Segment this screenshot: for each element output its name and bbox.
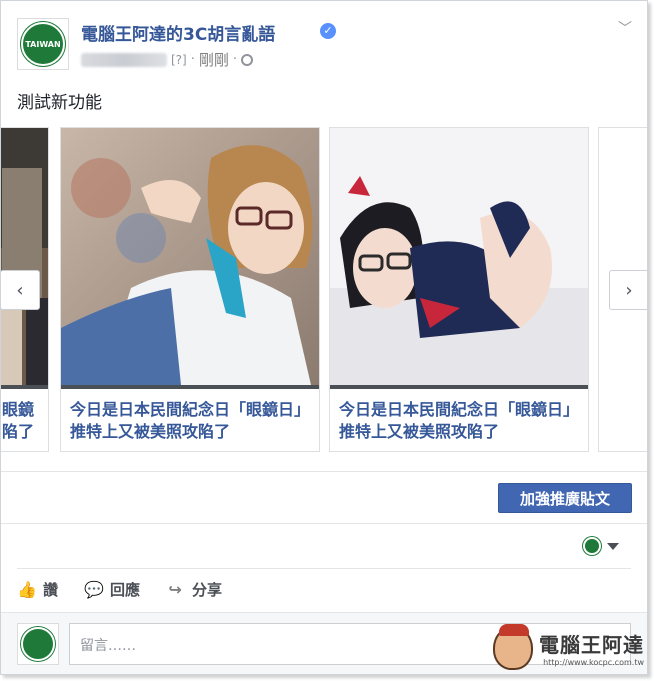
- thumbs-up-icon: 👍: [17, 580, 37, 599]
- watermark-title: 電腦王阿達: [539, 633, 644, 657]
- speech-bubble-icon: 💬: [84, 580, 104, 599]
- mascot-face-icon: [493, 624, 533, 670]
- like-button[interactable]: 👍 讚: [17, 579, 58, 600]
- link-carousel: 眼鏡 陷了 今日是日本民間紀念日「眼鏡日」 推特上又被美照攻陷了 今日是日本民間…: [1, 127, 647, 453]
- caret-down-icon: [607, 542, 619, 550]
- like-label: 讚: [43, 581, 59, 599]
- card-image: [599, 128, 647, 385]
- card-image-bar: [61, 385, 319, 389]
- boost-post-button[interactable]: 加強推廣貼文: [498, 483, 632, 513]
- carousel-card[interactable]: 今日是日本民間紀念日「眼鏡日」 推特上又被美照攻陷了: [60, 127, 320, 452]
- card-image: [330, 128, 588, 385]
- unknown-tag: [?]: [171, 52, 187, 67]
- facebook-post: TAIWAN 電腦王阿達的3C胡言亂語 ✓ ﹀ [?] · 剛剛 · 測試新功能: [0, 0, 648, 675]
- card-image-bar: [1, 385, 48, 389]
- comment-label: 回應: [110, 581, 141, 599]
- card-caption[interactable]: 今日是日本民間紀念日「眼鏡日」 推特上又被美照攻陷了: [70, 399, 318, 443]
- carousel-prev-arrow-icon[interactable]: ‹: [1, 270, 40, 310]
- post-actions: 👍 讚 💬 回應 ↪ 分享: [17, 579, 248, 600]
- card-caption[interactable]: 今日是日本民間紀念日「眼鏡日」 推特上又被美照攻陷了: [339, 399, 587, 443]
- card-image: [1, 128, 48, 385]
- blurred-author-name: [81, 52, 167, 67]
- divider: [1, 523, 647, 524]
- page-logo: TAIWAN: [21, 22, 65, 66]
- post-text: 測試新功能: [17, 93, 102, 113]
- site-watermark: 電腦王阿達 http://www.kocpc.com.tw: [493, 624, 644, 670]
- verified-badge-icon: ✓: [320, 23, 336, 39]
- meta-dot: ·: [190, 52, 195, 67]
- carousel-card[interactable]: 今日是日本民間紀念日「眼鏡日」 推特上又被美照攻陷了: [329, 127, 589, 452]
- page-avatar[interactable]: TAIWAN: [17, 18, 69, 70]
- comment-button[interactable]: 💬 回應: [84, 579, 140, 600]
- card-image: [61, 128, 319, 385]
- share-label: 分享: [192, 581, 223, 599]
- post-meta: [?] · 剛剛 ·: [81, 49, 254, 70]
- share-button[interactable]: ↪ 分享: [166, 579, 222, 600]
- card-image-bar: [330, 385, 588, 389]
- divider: [1, 471, 647, 472]
- page-name-link[interactable]: 電腦王阿達的3C胡言亂語: [81, 20, 275, 45]
- post-options-chevron-icon[interactable]: ﹀: [618, 18, 632, 38]
- post-timestamp-link[interactable]: 剛剛: [199, 49, 229, 70]
- meta-dot: ·: [232, 52, 238, 67]
- commenter-avatar[interactable]: [17, 623, 59, 665]
- globe-privacy-icon[interactable]: [241, 53, 254, 66]
- page-mini-logo-icon: [583, 537, 601, 555]
- share-arrow-icon: ↪: [168, 580, 182, 599]
- watermark-url: http://www.kocpc.com.tw: [543, 658, 644, 667]
- carousel-next-arrow-icon[interactable]: ›: [609, 270, 647, 310]
- logo-text: TAIWAN: [25, 39, 61, 49]
- page-voice-selector[interactable]: [583, 537, 619, 555]
- card-caption[interactable]: 眼鏡 陷了: [2, 399, 42, 443]
- commenter-logo: [21, 627, 55, 661]
- divider: [17, 568, 631, 569]
